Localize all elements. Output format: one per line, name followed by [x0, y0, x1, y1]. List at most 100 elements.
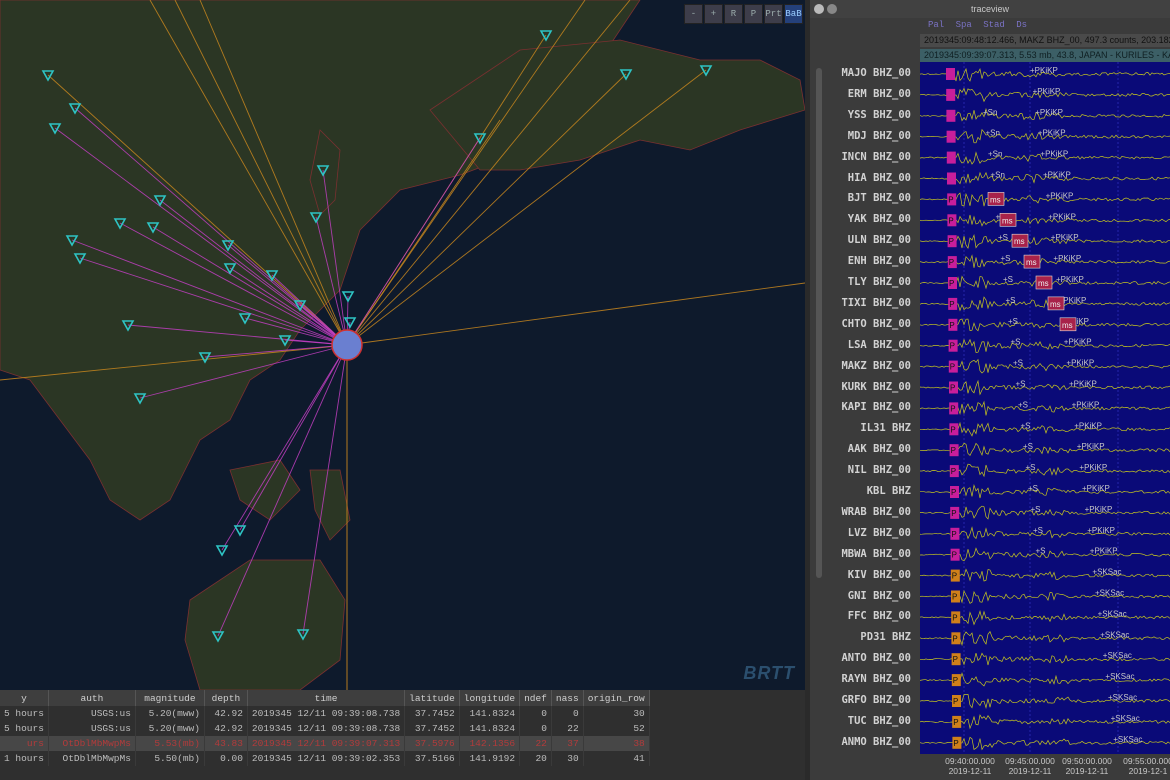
station-label[interactable]: BJT BHZ_00 [822, 192, 911, 204]
zoom-in-button[interactable]: + [704, 4, 723, 24]
pick-label: P [951, 467, 956, 476]
station-label[interactable]: PD31 BHZ [822, 631, 911, 643]
origin-table[interactable]: y auth magnitude depth time latitude lon… [0, 690, 805, 780]
station-label[interactable]: GNI BHZ_00 [822, 590, 911, 602]
phase-label: +SKSac [1111, 714, 1140, 723]
station-label[interactable]: ENH BHZ_00 [822, 255, 911, 267]
station-label[interactable]: GRFO BHZ_00 [822, 694, 911, 706]
station-label[interactable]: KIV BHZ_00 [822, 569, 911, 581]
col-header[interactable]: depth [204, 690, 248, 706]
col-header[interactable]: nass [551, 690, 584, 706]
menu-stad[interactable]: Stad [983, 20, 1005, 30]
phase-label: +PKiKP [1030, 66, 1058, 75]
phase-label: +S [1016, 380, 1026, 389]
table-row[interactable]: 1 hours OtDblMbMwpMs 5.50(mb) 0.00 20193… [0, 751, 650, 766]
basemap-button[interactable]: BaB [784, 4, 803, 24]
p-pick-marker[interactable] [946, 130, 956, 143]
cell: 5 hours [0, 721, 49, 736]
col-header[interactable]: latitude [404, 690, 460, 706]
station-label[interactable]: INCN BHZ_00 [822, 151, 911, 163]
station-label[interactable]: YSS BHZ_00 [822, 109, 911, 121]
phase-label: +PKiKP [1053, 254, 1081, 263]
col-header[interactable]: origin_row [583, 690, 650, 706]
station-label[interactable]: ERM BHZ_00 [822, 88, 911, 100]
table-row[interactable]: 5 hours USGS:us 5.20(mww) 42.92 2019345 … [0, 721, 650, 736]
table-row[interactable]: 5 hours USGS:us 5.20(mww) 42.92 2019345 … [0, 706, 650, 721]
station-label[interactable]: ULN BHZ_00 [822, 234, 911, 246]
station-label[interactable]: NIL BHZ_00 [822, 464, 911, 476]
menu-ds[interactable]: Ds [1016, 20, 1027, 30]
station-label[interactable]: LSA BHZ_00 [822, 339, 911, 351]
station-label[interactable]: ANMO BHZ_00 [822, 736, 911, 748]
p-pick-marker[interactable] [946, 109, 956, 122]
phase-label: +S [1021, 421, 1031, 430]
station-label[interactable]: KAPI BHZ_00 [822, 401, 911, 413]
cell: 5.53(mb) [135, 736, 205, 751]
col-header[interactable]: time [247, 690, 406, 706]
col-header[interactable]: y [0, 690, 49, 706]
pan-button[interactable]: P [744, 4, 763, 24]
cell: 2019345 12/11 09:39:07.313 [247, 736, 406, 751]
col-header[interactable]: auth [48, 690, 136, 706]
phase-label: +S [1011, 338, 1021, 347]
pick-label: P [953, 676, 958, 685]
station-label[interactable]: ANTO BHZ_00 [822, 652, 911, 664]
pick-label: ms [1026, 258, 1037, 267]
station-label[interactable]: MAKZ BHZ_00 [822, 360, 911, 372]
menu-spa[interactable]: Spa [956, 20, 972, 30]
station-label[interactable]: MAJO BHZ_00 [822, 67, 911, 79]
minimize-icon[interactable] [827, 4, 837, 14]
traceview-title: traceview [810, 0, 1170, 18]
brtt-watermark: BRTT [743, 663, 795, 683]
pick-label: P [952, 572, 957, 581]
phase-label: +PKiKP [1064, 338, 1092, 347]
phase-label: +S [1033, 526, 1043, 535]
station-label[interactable]: KBL BHZ [822, 485, 911, 497]
station-label[interactable]: TUC BHZ_00 [822, 715, 911, 727]
pick-label: P [952, 551, 957, 560]
table-row-selected[interactable]: urs OtDblMbMwpMs 5.53(mb) 43.83 2019345 … [0, 736, 650, 751]
station-label[interactable]: MBWA BHZ_00 [822, 548, 911, 560]
cell: 5.50(mb) [135, 751, 205, 766]
station-label[interactable]: TLY BHZ_00 [822, 276, 911, 288]
cell: OtDblMbMwpMs [48, 736, 136, 751]
station-label[interactable]: IL31 BHZ [822, 422, 911, 434]
col-header[interactable]: longitude [459, 690, 521, 706]
seismogram-plot[interactable]: +PKiKP +PKiKP +PKiKP +Sn +PKiKP +Sn +PKiKP +Sn +… [920, 62, 1170, 754]
phase-label: +S [1023, 442, 1033, 451]
p-pick-marker[interactable] [946, 151, 956, 164]
col-header[interactable]: ndef [519, 690, 552, 706]
menu-pal[interactable]: Pal [928, 20, 944, 30]
event-epicenter-icon[interactable] [331, 329, 363, 361]
close-icon[interactable] [814, 4, 824, 14]
traceview-window[interactable]: traceview Pal Spa Stad Ds 2019345:09:48:… [810, 0, 1170, 780]
phase-label: +PKiKP [1040, 150, 1068, 159]
station-label[interactable]: MDJ BHZ_00 [822, 130, 911, 142]
phase-label: +Sn [988, 150, 1002, 159]
p-pick-marker[interactable] [946, 88, 956, 101]
world-map[interactable] [0, 0, 805, 690]
p-pick-marker[interactable] [947, 172, 956, 185]
station-label[interactable]: RAYN BHZ_00 [822, 673, 911, 685]
cell: 5.20(mww) [135, 706, 205, 721]
zoom-out-button[interactable]: - [684, 4, 703, 24]
cell: 37.5166 [404, 751, 460, 766]
print-button[interactable]: Prt [764, 4, 783, 24]
p-pick-marker[interactable] [946, 68, 955, 80]
station-label[interactable]: TIXI BHZ_00 [822, 297, 911, 309]
map-panel[interactable]: - + R P Prt BaB BRTT [0, 0, 805, 690]
col-header[interactable]: magnitude [135, 690, 205, 706]
station-label[interactable]: HIA BHZ_00 [822, 172, 911, 184]
pick-label: P [950, 425, 955, 434]
station-label[interactable]: YAK BHZ_00 [822, 213, 911, 225]
station-label[interactable]: LVZ BHZ_00 [822, 527, 911, 539]
phase-label: +PKiKP [1043, 171, 1071, 180]
station-label[interactable]: AAK BHZ_00 [822, 443, 911, 455]
time-tick-label: 09:40:00.000 2019-12-11 [945, 756, 995, 776]
reset-button[interactable]: R [724, 4, 743, 24]
station-label[interactable]: CHTO BHZ_00 [822, 318, 911, 330]
station-label[interactable]: WRAB BHZ_00 [822, 506, 911, 518]
station-label[interactable]: FFC BHZ_00 [822, 610, 911, 622]
cell: 141.8324 [459, 721, 521, 736]
station-label[interactable]: KURK BHZ_00 [822, 381, 911, 393]
